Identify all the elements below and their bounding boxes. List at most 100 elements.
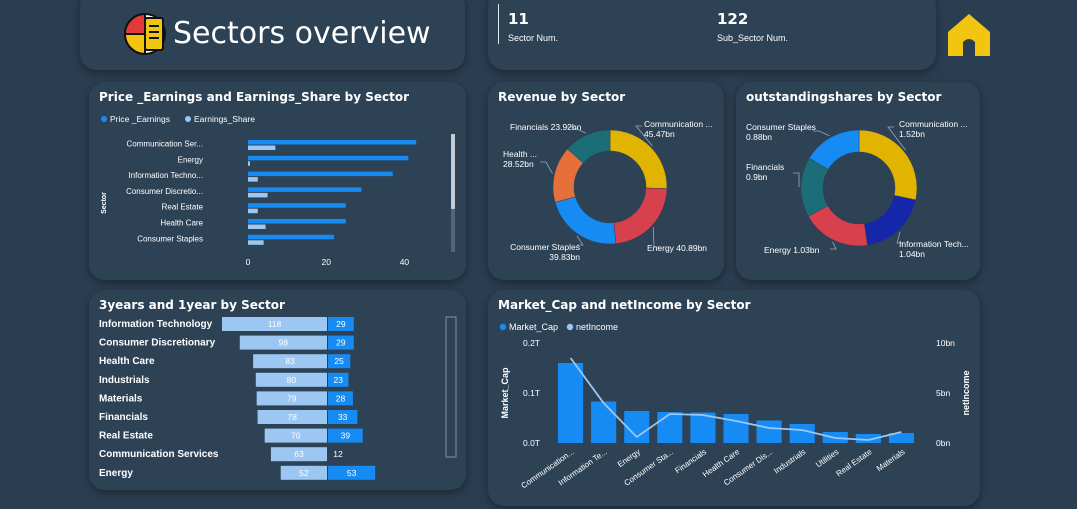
bar-market-cap (558, 363, 584, 443)
donut-slice (858, 129, 918, 201)
kpi-card: 11 Sector Num. 122 Sub_Sector Num. (488, 0, 936, 70)
x-tick-label: Utilities (814, 447, 840, 469)
category-label: Energy (178, 155, 203, 164)
category-label: Communication Ser... (127, 140, 203, 149)
category-label: Consumer Staples (137, 234, 203, 243)
category-label: Real Estate (162, 203, 204, 212)
category-label: Information Techno... (128, 171, 203, 180)
data-label-3years: 79 (287, 393, 297, 403)
legend-label: netIncome (576, 322, 618, 332)
donut-slice (863, 195, 917, 246)
slice-label: Energy 40.89bn (647, 243, 707, 253)
data-label-1year: 33 (338, 412, 348, 422)
leader-line (830, 241, 837, 250)
page-title: Sectors overview (173, 16, 431, 51)
data-label-3years: 98 (279, 338, 289, 348)
legend-label: Price _Earnings (110, 114, 170, 124)
bar-market-cap (723, 414, 749, 443)
mcap-chart: Market_Cap netIncome 0.0T 0.1T 0.2T 0bn 5bn 10b… (499, 322, 971, 490)
data-label-1year: 23 (334, 375, 344, 385)
category-label: Health Care (99, 356, 155, 367)
bar-earnings_share (248, 240, 264, 245)
kpi-sector-label: Sector Num. (508, 33, 559, 43)
leader-line (793, 172, 800, 188)
x-tick-label: 0 (246, 257, 251, 267)
revenue-chart: Communication ...45.47bn Energy 40.89bn Co… (503, 119, 713, 262)
bar-price-_earnings (248, 203, 346, 208)
slice-value: 39.83bn (549, 252, 580, 262)
kpi-subsector-value: 122 (717, 10, 749, 28)
data-label-3years: 63 (294, 449, 304, 459)
slice-label: Energy 1.03bn (764, 245, 820, 255)
legend-marker (185, 116, 191, 122)
bar-price-_earnings (248, 187, 362, 192)
data-label-1year: 25 (334, 356, 344, 366)
pe-chart: Price _Earnings Earnings_Share Sector Commu… (101, 114, 455, 267)
data-label-1year: 39 (341, 431, 351, 441)
title-card: Sectors overview (80, 0, 465, 70)
legend-marker (499, 323, 507, 331)
x-tick-label: Industrials (772, 447, 807, 475)
slice-label: Consumer Staples (510, 242, 580, 252)
category-label: Consumer Discretionary (99, 338, 216, 349)
kpi-sector-value: 11 (508, 10, 529, 28)
data-label-3years: 52 (299, 468, 309, 478)
leader-line (540, 161, 553, 174)
x-tick-label: Energy (616, 447, 642, 469)
pe-chart-card: Price _Earnings and Earnings_Share by Se… (89, 82, 466, 280)
slice-value: 0.9bn (746, 172, 768, 182)
category-label: Industrials (99, 375, 150, 386)
slice-label: Health ... (503, 149, 537, 159)
x-tick-label: 20 (321, 257, 331, 267)
bar-earnings_share (248, 161, 250, 166)
slice-label: Financials 23.92bn (510, 122, 582, 132)
y-axis-title: Market_Cap (500, 367, 510, 419)
slice-label: Financials (746, 162, 784, 172)
mcap-chart-card: Market_Cap and netIncome by Sector Marke… (488, 290, 980, 506)
bar-earnings_share (248, 177, 258, 182)
data-label-3years: 70 (291, 431, 301, 441)
y2-axis-title: netIncome (961, 370, 971, 415)
bar-price-_earnings (248, 155, 409, 161)
data-label-1year: 28 (336, 393, 346, 403)
bar-earnings_share (248, 192, 268, 198)
category-label: Communication Services (99, 449, 219, 460)
category-label: Real Estate (99, 431, 153, 442)
shares-chart: Communication ...1.52bn Information Tech.… (746, 119, 969, 259)
category-label: Information Technology (99, 319, 213, 330)
revenue-chart-card: Revenue by Sector Communication ... 45.47… (488, 82, 724, 280)
legend-marker (101, 116, 107, 122)
donut-slice (613, 187, 668, 244)
donut-slice (554, 196, 617, 245)
home-icon[interactable] (944, 10, 994, 58)
bar-price-_earnings (248, 219, 346, 224)
x-tick-label: Communication... (520, 447, 576, 490)
slice-label: Information Tech... (899, 239, 969, 249)
slice-value: 1.04bn (899, 249, 925, 259)
y-tick-label: 0.0T (523, 438, 540, 448)
slice-value: 0.88bn (746, 132, 772, 142)
kpi-divider (498, 4, 499, 44)
category-label: Consumer Discretio... (126, 187, 203, 196)
category-label: Materials (99, 393, 143, 404)
bar-market-cap (789, 424, 815, 443)
data-label-3years: 78 (288, 412, 298, 422)
x-tick-label: Materials (875, 447, 907, 473)
slice-value: 1.52bn (899, 129, 925, 139)
data-label-3years: 118 (268, 319, 282, 329)
slice-label: Communication ... (644, 119, 713, 129)
legend-label: Market_Cap (509, 322, 558, 332)
bar-price-_earnings (248, 140, 417, 145)
bar-price-_earnings (248, 234, 335, 240)
bar-earnings_share (248, 145, 276, 150)
y-axis-title: Sector (101, 192, 108, 214)
data-label-1year: 53 (347, 468, 357, 478)
category-label: Financials (99, 412, 148, 423)
scrollbar-track (445, 316, 457, 458)
slice-label: Communication ... (899, 119, 968, 129)
data-label-1year: 29 (336, 338, 346, 348)
y2-tick-label: 10bn (936, 338, 955, 348)
bar-market-cap (591, 401, 617, 443)
slice-value: 45.47bn (644, 129, 675, 139)
bar-market-cap (756, 420, 782, 443)
